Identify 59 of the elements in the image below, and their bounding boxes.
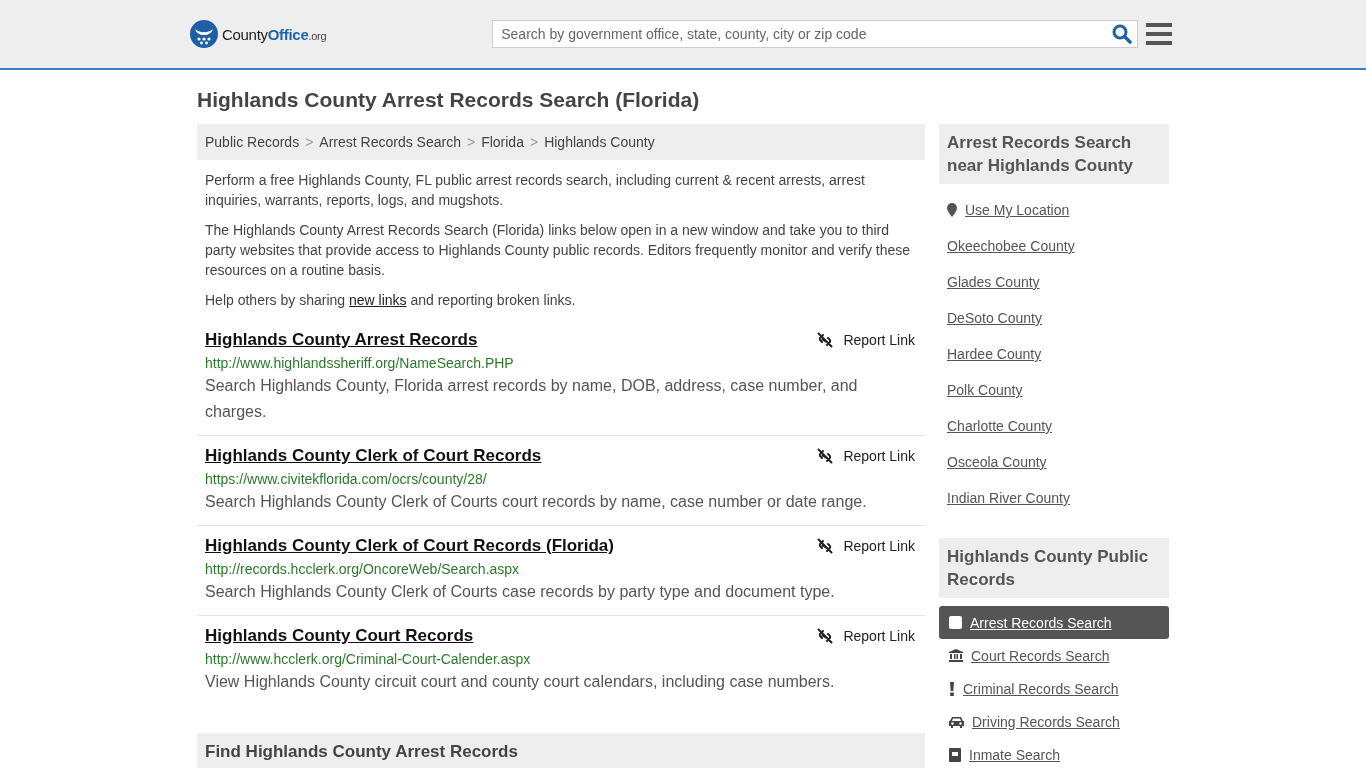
records-nav-item[interactable]: Court Records Search [939, 639, 1169, 672]
intro-paragraph: Perform a free Highlands County, FL public arrest records search, including current & recent arrests, arrest inquiries, warrants, reports, logs, and mugshots. [205, 171, 866, 210]
exclamation-icon [949, 681, 955, 696]
square-icon [949, 616, 962, 629]
county-link[interactable]: Glades County [939, 264, 1169, 300]
county-link[interactable]: Charlotte County [939, 408, 1169, 444]
broken-link-icon [817, 628, 834, 644]
intro-paragraph: The Highlands County Arrest Records Search (Florida) links below open in a new window and take you to third party websites that provide access to Highlands County public records. Editors frequently monitor and verify these resources on a routine basis. [205, 221, 912, 280]
record-description: Search Highlands County Clerk of Courts court records by name, case number or date range. [205, 492, 868, 512]
report-link-button[interactable]: Report Link [817, 332, 917, 348]
county-link[interactable]: DeSoto County [939, 300, 1169, 336]
county-link[interactable]: Polk County [939, 372, 1169, 408]
breadcrumb-separator: > [529, 134, 539, 150]
new-links-link[interactable]: new links [348, 292, 407, 308]
county-link[interactable]: Osceola County [939, 444, 1169, 480]
record-description: Search Highlands County, Florida arrest records by name, DOB, address, case number, and charges. [205, 376, 859, 422]
records-nav-item[interactable]: Inmate Search [939, 738, 1169, 768]
record-title-link[interactable]: Highlands County Clerk of Court Records [205, 446, 542, 466]
record-title-link[interactable]: Highlands County Court Records [205, 626, 474, 646]
site-logo[interactable]: CountyOffice.org [190, 20, 327, 48]
county-link[interactable]: Okeechobee County [939, 228, 1169, 264]
records-nav-item[interactable]: Driving Records Search [939, 705, 1169, 738]
share-paragraph: Help others by sharing new links and reporting broken links. [205, 291, 577, 310]
broken-link-icon [817, 538, 834, 554]
record-url: http://records.hcclerk.org/OncoreWeb/Search.aspx [205, 561, 521, 577]
map-pin-icon [947, 203, 957, 217]
breadcrumb-link[interactable]: Highlands County [544, 134, 655, 150]
bank-icon [949, 649, 963, 662]
breadcrumb-link[interactable]: Arrest Records Search [319, 134, 461, 150]
record-url: http://www.highlandssheriff.org/NameSearch.PHP [205, 355, 515, 371]
menu-icon[interactable] [1146, 23, 1173, 45]
id-card-icon [949, 747, 961, 762]
records-nav-item[interactable]: Arrest Records Search [939, 606, 1169, 639]
breadcrumb-separator: > [305, 134, 314, 150]
page-title: Highlands County Arrest Records Search (Florida) [197, 88, 701, 112]
breadcrumb-link[interactable]: Public Records [205, 134, 300, 150]
county-link[interactable]: Hardee County [939, 336, 1169, 372]
record-url: http://www.hcclerk.org/Criminal-Court-Calender.aspx [205, 651, 532, 667]
broken-link-icon [817, 448, 834, 464]
section-heading: Find Highlands County Arrest Records [197, 733, 925, 768]
report-link-button[interactable]: Report Link [817, 448, 917, 464]
breadcrumb-link[interactable]: Florida [481, 134, 524, 150]
record-title-link[interactable]: Highlands County Clerk of Court Records (Florida) [205, 536, 614, 556]
breadcrumb-separator: > [466, 134, 476, 150]
records-nav-item[interactable]: Criminal Records Search [939, 672, 1169, 705]
report-link-button[interactable]: Report Link [817, 538, 917, 554]
car-icon [949, 715, 964, 728]
record-description: View Highlands County circuit court and county court calendars, including case numbers. [205, 672, 836, 692]
county-link[interactable]: Indian River County [939, 480, 1169, 516]
record-description: Search Highlands County Clerk of Courts case records by party type and document type. [205, 582, 836, 602]
record-url: https://www.civitekflorida.com/ocrs/county/28/ [205, 471, 488, 487]
broken-link-icon [817, 332, 834, 348]
search-icon[interactable] [1112, 24, 1133, 44]
record-title-link[interactable]: Highlands County Arrest Records [205, 330, 478, 350]
sidebar-heading: Highlands County Public Records [939, 538, 1169, 598]
report-link-button[interactable]: Report Link [817, 628, 917, 644]
search-field[interactable]: Search by government office, state, county, city or zip code [492, 20, 1139, 48]
sidebar-heading: Arrest Records Search near Highlands County [939, 124, 1169, 184]
use-location-link[interactable]: Use My Location [939, 192, 1169, 228]
